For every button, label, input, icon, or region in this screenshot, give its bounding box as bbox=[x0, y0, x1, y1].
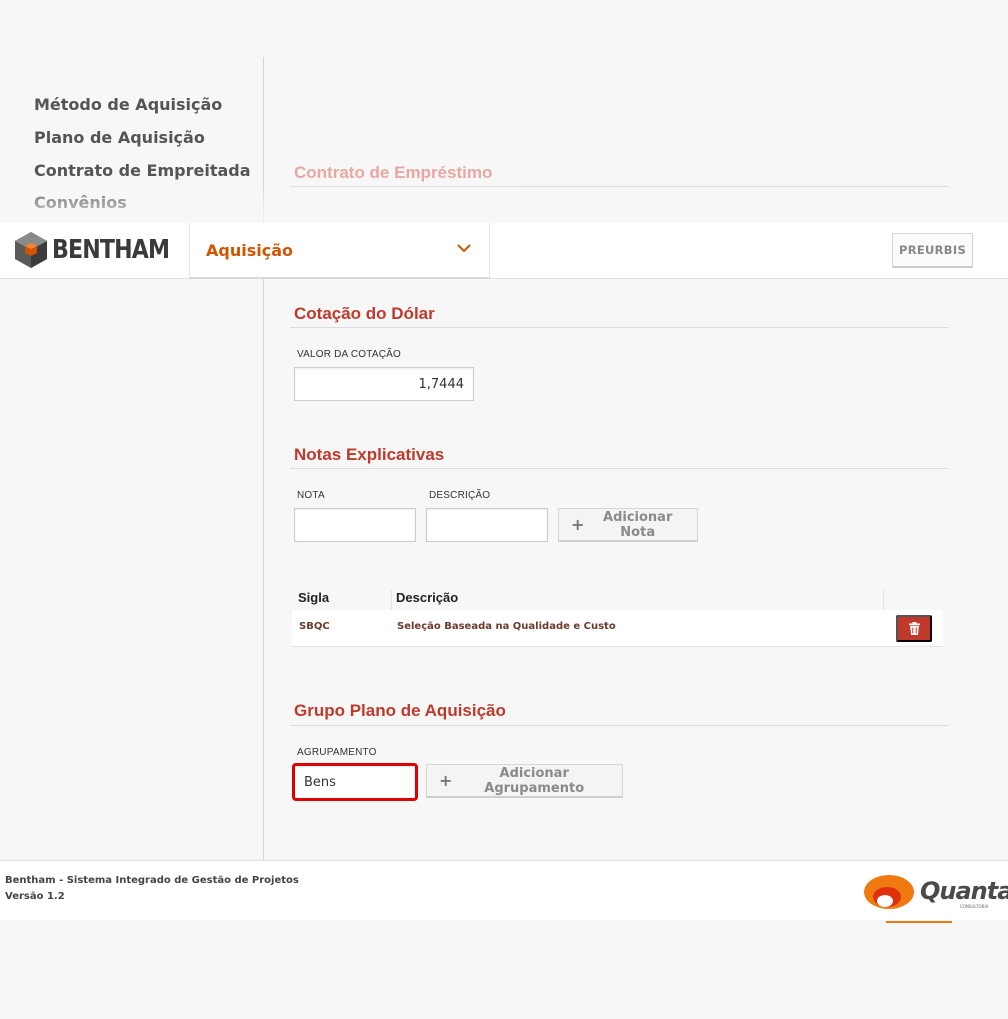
sidebar-item-convenios[interactable]: Convênios bbox=[34, 193, 127, 212]
footer-version: Versão 1.2 bbox=[5, 891, 65, 902]
section-divider bbox=[290, 725, 949, 726]
logo-text: BENTHAM bbox=[52, 235, 170, 265]
bentham-cube-icon bbox=[15, 232, 47, 268]
adicionar-nota-button[interactable]: + Adicionar Nota bbox=[558, 508, 698, 542]
sidebar-divider bbox=[263, 57, 264, 860]
valor-cotacao-input[interactable]: 1,7444 bbox=[294, 367, 474, 401]
bentham-logo[interactable]: BENTHAM bbox=[14, 231, 190, 269]
module-select-value: Aquisição bbox=[206, 241, 293, 260]
nota-label: NOTA bbox=[297, 490, 325, 501]
adicionar-agrupamento-button[interactable]: + Adicionar Agrupamento bbox=[426, 764, 623, 798]
agrupamento-label: AGRUPAMENTO bbox=[297, 747, 377, 758]
agrupamento-input[interactable]: Bens bbox=[292, 763, 418, 801]
plus-icon: + bbox=[439, 771, 453, 790]
quanta-brand: Quanta bbox=[920, 877, 1008, 905]
table-header-sigla: Sigla bbox=[298, 590, 330, 605]
delete-row-button[interactable] bbox=[896, 615, 932, 642]
section-title-grupo: Grupo Plano de Aquisição bbox=[294, 701, 506, 720]
sidebar-item-contrato-empreitada[interactable]: Contrato de Empreitada bbox=[34, 161, 251, 180]
chevron-down-icon bbox=[457, 244, 471, 253]
sidebar-item-metodo-aquisicao[interactable]: Método de Aquisição bbox=[34, 95, 222, 114]
section-title-notas: Notas Explicativas bbox=[294, 445, 445, 464]
quanta-brand-sub: CONSULTORIA bbox=[960, 904, 989, 909]
section-divider bbox=[290, 327, 949, 328]
quanta-logo: Quanta CONSULTORIA bbox=[864, 871, 1008, 930]
nota-input[interactable] bbox=[294, 508, 416, 542]
section-divider bbox=[290, 186, 949, 187]
adicionar-nota-label: Adicionar Nota bbox=[603, 509, 673, 540]
section-title-contrato-emprestimo: Contrato de Empréstimo bbox=[294, 163, 493, 182]
section-title-cotacao: Cotação do Dólar bbox=[294, 304, 435, 323]
valor-cotacao-label: VALOR DA COTAÇÃO bbox=[297, 349, 401, 360]
module-select[interactable]: Aquisição bbox=[189, 223, 490, 279]
footer-system-name: Bentham - Sistema Integrado de Gestão de… bbox=[5, 875, 299, 886]
trash-icon bbox=[908, 622, 920, 635]
table-row: SBQC Seleção Baseada na Qualidade e Cust… bbox=[292, 610, 943, 647]
descricao-input[interactable] bbox=[426, 508, 548, 542]
section-divider bbox=[290, 468, 949, 469]
footer: Bentham - Sistema Integrado de Gestão de… bbox=[0, 860, 1008, 923]
table-header-descricao: Descrição bbox=[396, 590, 459, 605]
top-bar: BENTHAM Aquisição PREURBIS bbox=[0, 223, 1008, 279]
preurbis-button[interactable]: PREURBIS bbox=[892, 233, 973, 268]
adicionar-agrupamento-label: Adicionar Agrupamento bbox=[484, 765, 585, 796]
descricao-label: DESCRIÇÃO bbox=[429, 490, 491, 501]
sidebar-item-plano-aquisicao[interactable]: Plano de Aquisição bbox=[34, 128, 205, 147]
cell-descricao: Seleção Baseada na Qualidade e Custo bbox=[397, 621, 616, 632]
plus-icon: + bbox=[571, 515, 585, 534]
cell-sigla: SBQC bbox=[299, 621, 330, 632]
